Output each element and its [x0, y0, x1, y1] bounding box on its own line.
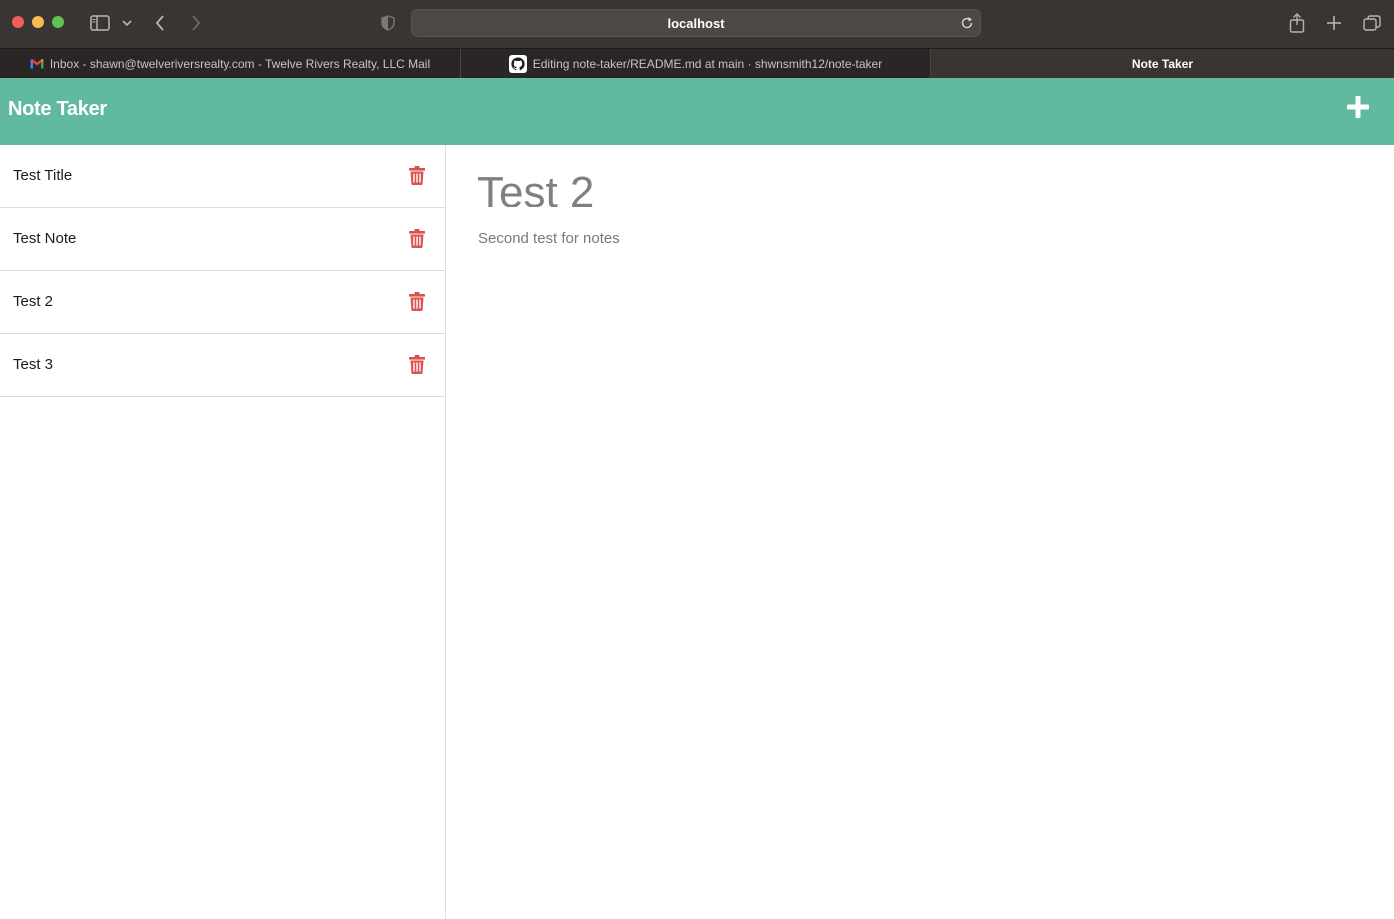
share-icon[interactable]	[1287, 10, 1307, 36]
note-list-item[interactable]: Test 3	[0, 334, 445, 397]
privacy-shield-icon[interactable]	[378, 10, 398, 36]
delete-note-button[interactable]	[407, 164, 427, 186]
chevron-down-icon[interactable]	[120, 10, 134, 36]
note-title-value: Test 2	[477, 168, 595, 208]
note-list-item[interactable]: Test Note	[0, 208, 445, 271]
tab-label: Note Taker	[1131, 56, 1194, 71]
note-list-item-title: Test Title	[13, 167, 73, 184]
note-list-item[interactable]: Test Title	[0, 145, 445, 208]
back-icon[interactable]	[150, 10, 170, 36]
app-header: Note Taker	[0, 78, 1394, 145]
tab-gmail[interactable]: Inbox - shawn@twelveriversrealty.com - T…	[0, 49, 460, 78]
gmail-icon	[30, 58, 44, 69]
note-title-input[interactable]: Test 2	[475, 145, 1365, 208]
note-text-input[interactable]: Second test for notes	[478, 230, 1358, 247]
delete-note-button[interactable]	[407, 353, 427, 375]
note-list-item-title: Test Note	[13, 230, 77, 247]
tab-note-taker[interactable]: Note Taker	[930, 49, 1394, 78]
browser-toolbar: localhost	[0, 0, 1394, 48]
trash-icon	[409, 228, 425, 248]
trash-icon	[409, 165, 425, 185]
tab-label: Inbox - shawn@twelveriversrealty.com - T…	[49, 56, 431, 71]
app-title[interactable]: Note Taker	[8, 98, 107, 121]
note-list: Test Title Test Note Test 2 Test 3	[0, 145, 446, 919]
zoom-window-button[interactable]	[52, 16, 64, 28]
new-tab-icon[interactable]	[1324, 10, 1344, 36]
plus-icon	[1347, 95, 1369, 123]
address-bar[interactable]: localhost	[411, 9, 981, 37]
note-list-item-title: Test 2	[13, 293, 54, 310]
close-window-button[interactable]	[12, 16, 24, 28]
note-list-item[interactable]: Test 2	[0, 271, 445, 334]
github-icon	[508, 54, 527, 73]
delete-note-button[interactable]	[407, 227, 427, 249]
note-editor: Test 2 Second test for notes	[447, 145, 1394, 919]
minimize-window-button[interactable]	[32, 16, 44, 28]
url-text: localhost	[667, 16, 725, 31]
tab-bar: Inbox - shawn@twelveriversrealty.com - T…	[0, 48, 1394, 78]
trash-icon	[409, 354, 425, 374]
delete-note-button[interactable]	[407, 290, 427, 312]
tab-label: Editing note-taker/README.md at main · s…	[532, 56, 883, 71]
tab-overview-icon[interactable]	[1361, 10, 1383, 36]
forward-icon[interactable]	[186, 10, 206, 36]
trash-icon	[409, 291, 425, 311]
tab-github[interactable]: Editing note-taker/README.md at main · s…	[460, 49, 930, 78]
new-note-button[interactable]	[1344, 93, 1372, 125]
note-list-item-title: Test 3	[13, 356, 54, 373]
sidebar-toggle-icon[interactable]	[88, 10, 112, 36]
reload-icon[interactable]	[960, 16, 974, 35]
